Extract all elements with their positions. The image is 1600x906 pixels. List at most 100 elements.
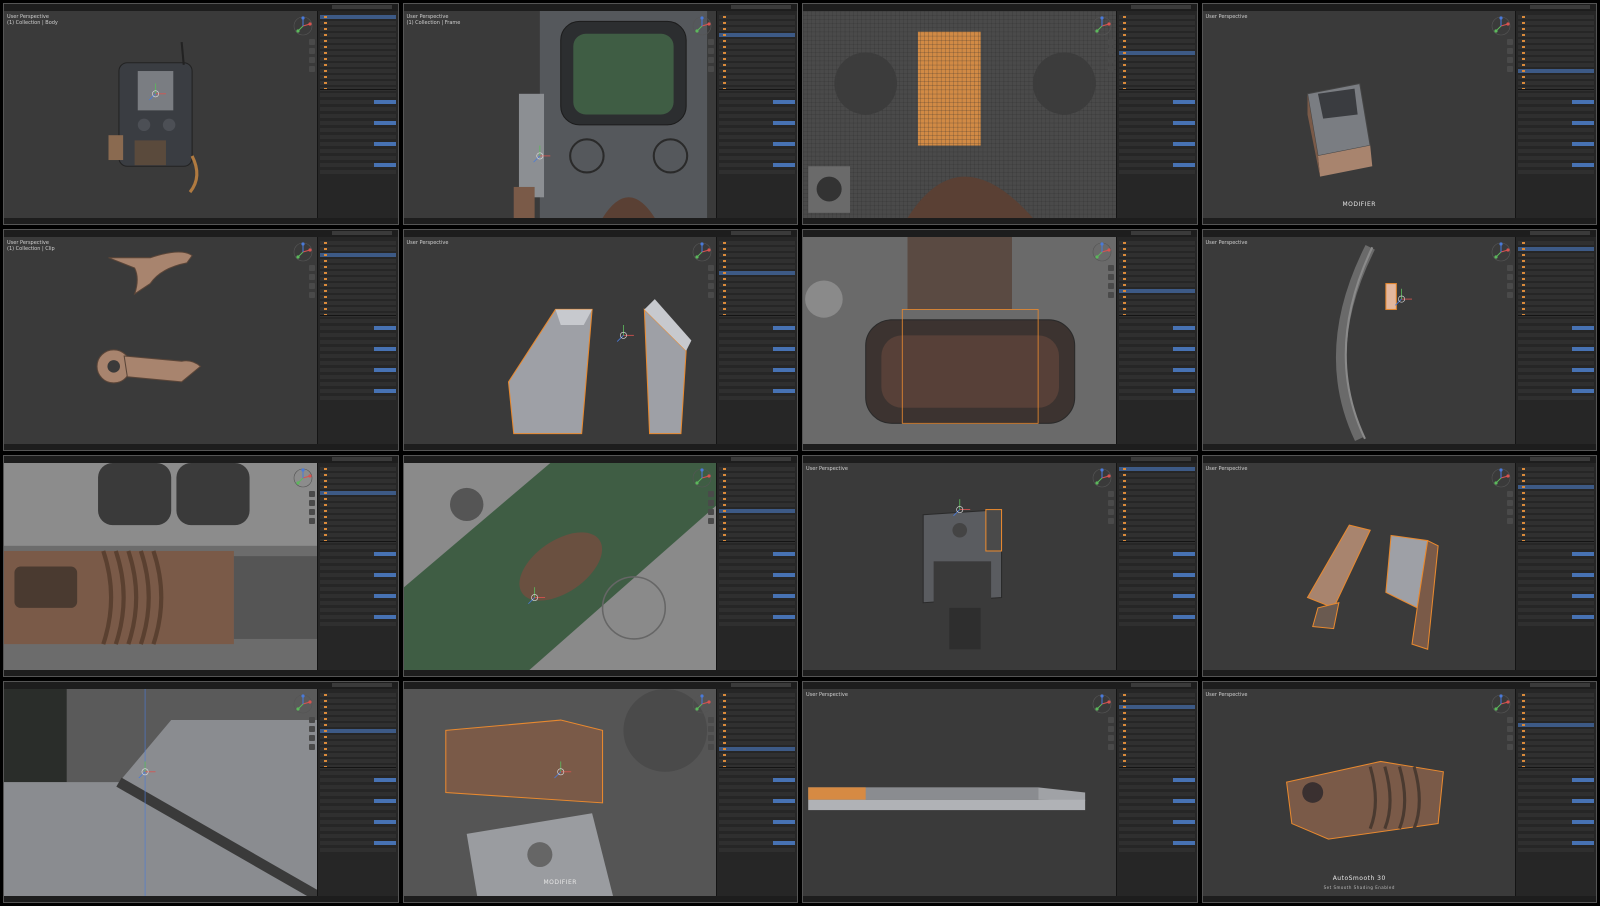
outliner-item[interactable] [319,497,396,501]
outliner-item[interactable] [1518,527,1594,531]
property-row[interactable] [1518,806,1594,810]
ortho-icon[interactable] [1507,518,1513,524]
outliner-item[interactable] [319,253,396,257]
property-row[interactable] [1518,128,1594,132]
outliner-item[interactable] [319,57,396,61]
3d-viewport[interactable] [4,689,318,896]
outliner-item[interactable] [319,473,396,477]
viewport-nav-buttons[interactable] [308,717,315,777]
navigation-gizmo-icon[interactable] [292,15,314,37]
property-row[interactable] [319,594,396,598]
property-row[interactable] [319,827,396,831]
outliner-item[interactable] [1518,259,1594,263]
outliner-item[interactable] [319,527,396,531]
property-row[interactable] [1518,142,1594,146]
zoom-icon[interactable] [1107,39,1114,45]
navigation-gizmo-icon[interactable] [1490,241,1512,263]
ortho-icon[interactable] [1107,66,1114,72]
property-row[interactable] [319,580,396,584]
zoom-icon[interactable] [1107,717,1114,723]
outliner-item[interactable] [319,69,396,73]
outliner-item[interactable] [719,759,795,763]
property-row[interactable] [319,566,396,570]
property-row[interactable] [719,333,795,337]
property-row[interactable] [1518,841,1594,845]
property-row[interactable] [719,107,795,111]
property-row[interactable] [719,820,795,824]
pan-icon[interactable] [1107,274,1114,280]
property-row[interactable] [1118,566,1195,570]
navigation-gizmo-icon[interactable] [1490,693,1512,715]
navigation-gizmo-icon[interactable] [691,693,713,715]
navigation-gizmo-icon[interactable] [691,15,713,37]
outliner-item[interactable] [1118,747,1195,751]
property-row[interactable] [1518,382,1594,386]
outliner-item[interactable] [319,467,396,471]
property-row[interactable] [319,559,396,563]
property-row[interactable] [719,601,795,605]
navigation-gizmo-icon[interactable] [292,241,314,263]
property-row[interactable] [1118,552,1195,556]
ortho-icon[interactable] [708,292,714,298]
zoom-icon[interactable] [1507,39,1513,45]
outliner-item[interactable] [719,33,795,37]
outliner-item[interactable] [1118,497,1195,501]
property-row[interactable] [1118,545,1195,549]
property-row[interactable] [719,354,795,358]
outliner-item[interactable] [1118,735,1195,739]
pan-icon[interactable] [1507,48,1513,54]
property-row[interactable] [1518,601,1594,605]
property-row[interactable] [319,149,396,153]
3d-viewport[interactable]: User Perspective [1202,463,1516,670]
outliner-item[interactable] [1118,277,1195,281]
property-row[interactable] [719,347,795,351]
outliner-item[interactable] [1518,295,1594,299]
property-row[interactable] [719,566,795,570]
outliner-item[interactable] [719,75,795,79]
property-row[interactable] [319,608,396,612]
property-row[interactable] [319,100,396,104]
property-row[interactable] [1118,841,1195,845]
outliner-item[interactable] [1118,259,1195,263]
property-row[interactable] [719,93,795,97]
outliner-item[interactable] [719,51,795,55]
property-row[interactable] [1118,347,1195,351]
property-row[interactable] [1518,100,1594,104]
header-tools[interactable] [331,5,392,9]
outliner-item[interactable] [1518,301,1594,305]
outliner-item[interactable] [319,75,396,79]
property-row[interactable] [1518,319,1594,323]
ortho-icon[interactable] [308,292,315,298]
ortho-icon[interactable] [1507,292,1513,298]
outliner-item[interactable] [319,699,396,703]
zoom-icon[interactable] [1507,717,1513,723]
outliner-item[interactable] [1518,741,1594,745]
outliner-item[interactable] [1518,753,1594,757]
outliner-item[interactable] [1518,289,1594,293]
3d-viewport[interactable]: User Perspective (1) Collection | Body [4,11,318,218]
outliner-item[interactable] [319,301,396,305]
zoom-icon[interactable] [308,265,315,271]
property-row[interactable] [319,93,396,97]
outliner-item[interactable] [319,271,396,275]
outliner-item[interactable] [1518,747,1594,751]
property-row[interactable] [1118,135,1195,139]
property-row[interactable] [719,799,795,803]
outliner-item[interactable] [1518,253,1594,257]
property-row[interactable] [1518,170,1594,174]
outliner-item[interactable] [1118,301,1195,305]
property-row[interactable] [1118,559,1195,563]
property-row[interactable] [1118,326,1195,330]
property-row[interactable] [1518,114,1594,118]
property-row[interactable] [319,170,396,174]
outliner-item[interactable] [319,289,396,293]
outliner-item[interactable] [319,45,396,49]
outliner-item[interactable] [1118,69,1195,73]
property-row[interactable] [1118,799,1195,803]
outliner-item[interactable] [719,57,795,61]
ortho-icon[interactable] [1107,518,1114,524]
outliner-item[interactable] [319,241,396,245]
camera-icon[interactable] [1107,283,1114,289]
property-row[interactable] [1518,347,1594,351]
outliner-item[interactable] [319,711,396,715]
